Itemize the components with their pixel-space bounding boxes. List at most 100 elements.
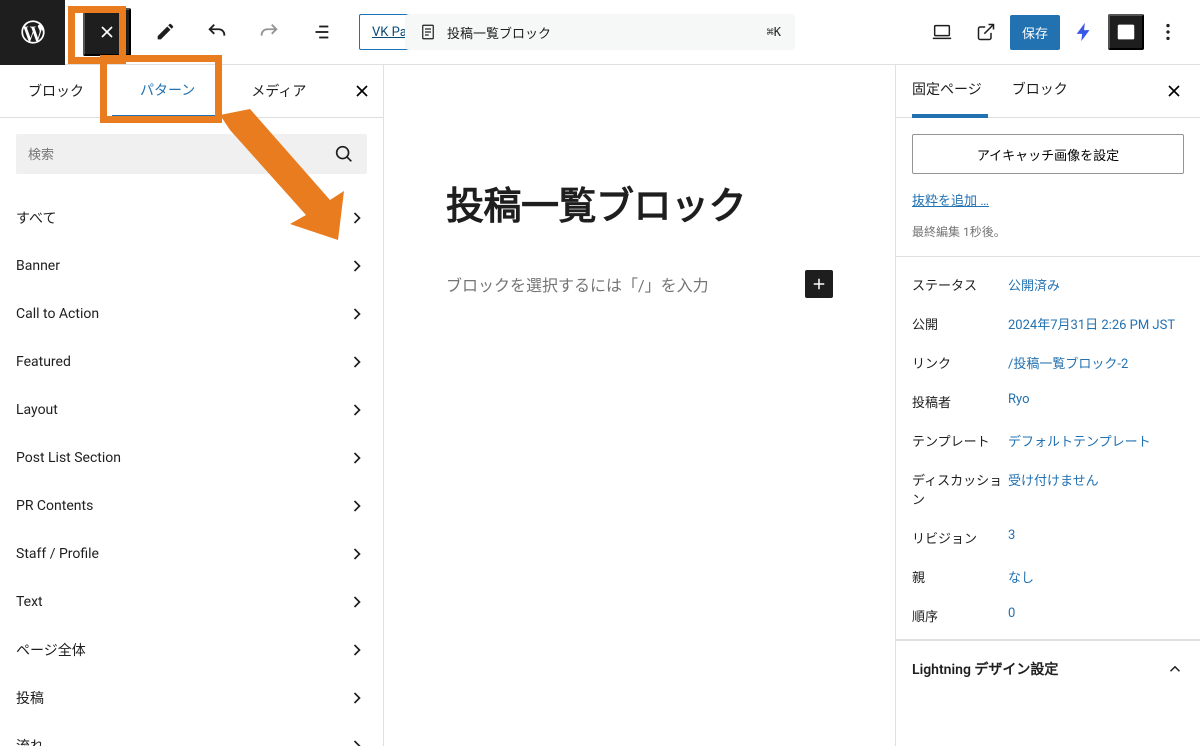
settings-close-button[interactable]: [1164, 81, 1184, 101]
add-block-button[interactable]: [805, 270, 833, 298]
settings-tab-page[interactable]: 固定ページ: [912, 65, 988, 118]
last-edit-text: 最終編集 1秒後。: [912, 223, 1184, 240]
block-inserter-toggle[interactable]: [83, 8, 131, 56]
set-featured-image-button[interactable]: アイキャッチ画像を設定: [912, 134, 1184, 174]
save-button[interactable]: 保存: [1010, 15, 1060, 50]
pattern-category-item[interactable]: 投稿: [16, 674, 367, 722]
pattern-category-item[interactable]: Text: [16, 578, 367, 626]
pattern-category-item[interactable]: ページ全体: [16, 626, 367, 674]
close-icon: [1164, 81, 1184, 101]
chevron-right-icon: [347, 688, 367, 708]
chevron-right-icon: [347, 256, 367, 276]
pattern-category-item[interactable]: Post List Section: [16, 434, 367, 482]
search-input[interactable]: [28, 147, 333, 162]
pencil-icon: [154, 21, 176, 43]
publish-label: 公開: [912, 314, 1008, 333]
block-placeholder[interactable]: ブロックを選択するには「/」を入力: [446, 272, 805, 296]
pattern-category-item[interactable]: Banner: [16, 242, 367, 290]
undo-button[interactable]: [193, 8, 241, 56]
chevron-right-icon: [347, 544, 367, 564]
author-value[interactable]: Ryo: [1008, 392, 1184, 411]
page-summary: ステータス公開済み 公開2024年7月31日 2:26 PM JST リンク/投…: [896, 257, 1200, 640]
jetpack-boost-button[interactable]: [1064, 12, 1104, 52]
document-outline-button[interactable]: [297, 8, 345, 56]
category-label: すべて: [16, 208, 56, 228]
category-label: Layout: [16, 402, 58, 418]
close-icon: [97, 22, 117, 42]
lightning-design-accordion[interactable]: Lightning デザイン設定: [896, 640, 1200, 697]
kebab-icon: [1157, 21, 1179, 43]
redo-icon: [258, 21, 280, 43]
chevron-right-icon: [347, 448, 367, 468]
status-label: ステータス: [912, 275, 1008, 294]
parent-value[interactable]: なし: [1008, 567, 1184, 586]
pattern-category-item[interactable]: Call to Action: [16, 290, 367, 338]
wp-logo-button[interactable]: [0, 0, 65, 65]
list-view-icon: [310, 21, 332, 43]
chevron-right-icon: [347, 304, 367, 324]
bolt-icon: [1073, 21, 1095, 43]
inserter-panel: ブロック パターン メディア すべて Banner Call to Action Fe…: [0, 65, 384, 746]
redo-button[interactable]: [245, 8, 293, 56]
pattern-category-list: すべて Banner Call to Action Featured Layout Pos…: [16, 194, 367, 746]
editor-canvas[interactable]: 投稿一覧ブロック ブロックを選択するには「/」を入力: [384, 65, 895, 746]
laptop-icon: [931, 21, 953, 43]
plus-icon: [810, 275, 828, 293]
document-title: 投稿一覧ブロック: [447, 23, 551, 42]
settings-sidebar: 固定ページ ブロック アイキャッチ画像を設定 抜粋を追加 … 最終編集 1秒後。…: [895, 65, 1200, 746]
top-toolbar: VK Pattern Library 投稿一覧ブロック ⌘K 保存: [0, 0, 1200, 65]
link-value[interactable]: /投稿一覧ブロック-2: [1008, 353, 1184, 372]
inserter-tabs: ブロック パターン メディア: [0, 65, 383, 118]
pattern-category-item[interactable]: PR Contents: [16, 482, 367, 530]
discussion-value[interactable]: 受け付けません: [1008, 470, 1184, 508]
chevron-right-icon: [347, 736, 367, 746]
category-label: Staff / Profile: [16, 546, 99, 562]
template-value[interactable]: デフォルトテンプレート: [1008, 431, 1184, 450]
inserter-close-button[interactable]: [341, 65, 383, 118]
command-hint: ⌘K: [767, 25, 781, 39]
category-label: Post List Section: [16, 450, 121, 466]
publish-value[interactable]: 2024年7月31日 2:26 PM JST: [1008, 314, 1184, 333]
view-responsive-button[interactable]: [922, 12, 962, 52]
more-options-button[interactable]: [1148, 12, 1188, 52]
add-excerpt-link[interactable]: 抜粋を追加 …: [912, 194, 989, 209]
parent-label: 親: [912, 567, 1008, 586]
settings-sidebar-toggle[interactable]: [1108, 14, 1144, 50]
category-label: Featured: [16, 354, 71, 370]
tools-button[interactable]: [141, 8, 189, 56]
chevron-up-icon: [1166, 660, 1184, 678]
tab-blocks[interactable]: ブロック: [0, 65, 112, 118]
wordpress-icon: [19, 18, 47, 46]
post-title[interactable]: 投稿一覧ブロック: [446, 175, 833, 230]
revision-value[interactable]: 3: [1008, 528, 1184, 547]
order-label: 順序: [912, 606, 1008, 625]
category-label: PR Contents: [16, 498, 93, 514]
pattern-category-item[interactable]: 流れ: [16, 722, 367, 746]
undo-icon: [206, 21, 228, 43]
tab-media[interactable]: メディア: [223, 65, 334, 118]
chevron-right-icon: [347, 592, 367, 612]
category-label: 投稿: [16, 688, 44, 708]
external-icon: [976, 22, 996, 42]
template-label: テンプレート: [912, 431, 1008, 450]
inserter-search[interactable]: [16, 134, 367, 174]
status-value[interactable]: 公開済み: [1008, 275, 1184, 294]
pattern-category-item[interactable]: Layout: [16, 386, 367, 434]
pattern-category-item[interactable]: Staff / Profile: [16, 530, 367, 578]
pattern-category-item[interactable]: すべて: [16, 194, 367, 242]
revision-label: リビジョン: [912, 528, 1008, 547]
category-label: ページ全体: [16, 640, 86, 660]
order-value[interactable]: 0: [1008, 606, 1184, 625]
document-title-bar[interactable]: 投稿一覧ブロック ⌘K: [405, 14, 795, 50]
tab-patterns[interactable]: パターン: [112, 65, 223, 118]
open-in-new-button[interactable]: [966, 12, 1006, 52]
discussion-label: ディスカッション: [912, 470, 1008, 508]
category-label: Text: [16, 594, 43, 610]
category-label: 流れ: [16, 736, 44, 746]
pattern-category-item[interactable]: Featured: [16, 338, 367, 386]
author-label: 投稿者: [912, 392, 1008, 411]
category-label: Call to Action: [16, 306, 99, 322]
accordion-label: Lightning デザイン設定: [912, 659, 1058, 679]
settings-tab-block[interactable]: ブロック: [1012, 65, 1074, 118]
close-icon: [352, 81, 372, 101]
